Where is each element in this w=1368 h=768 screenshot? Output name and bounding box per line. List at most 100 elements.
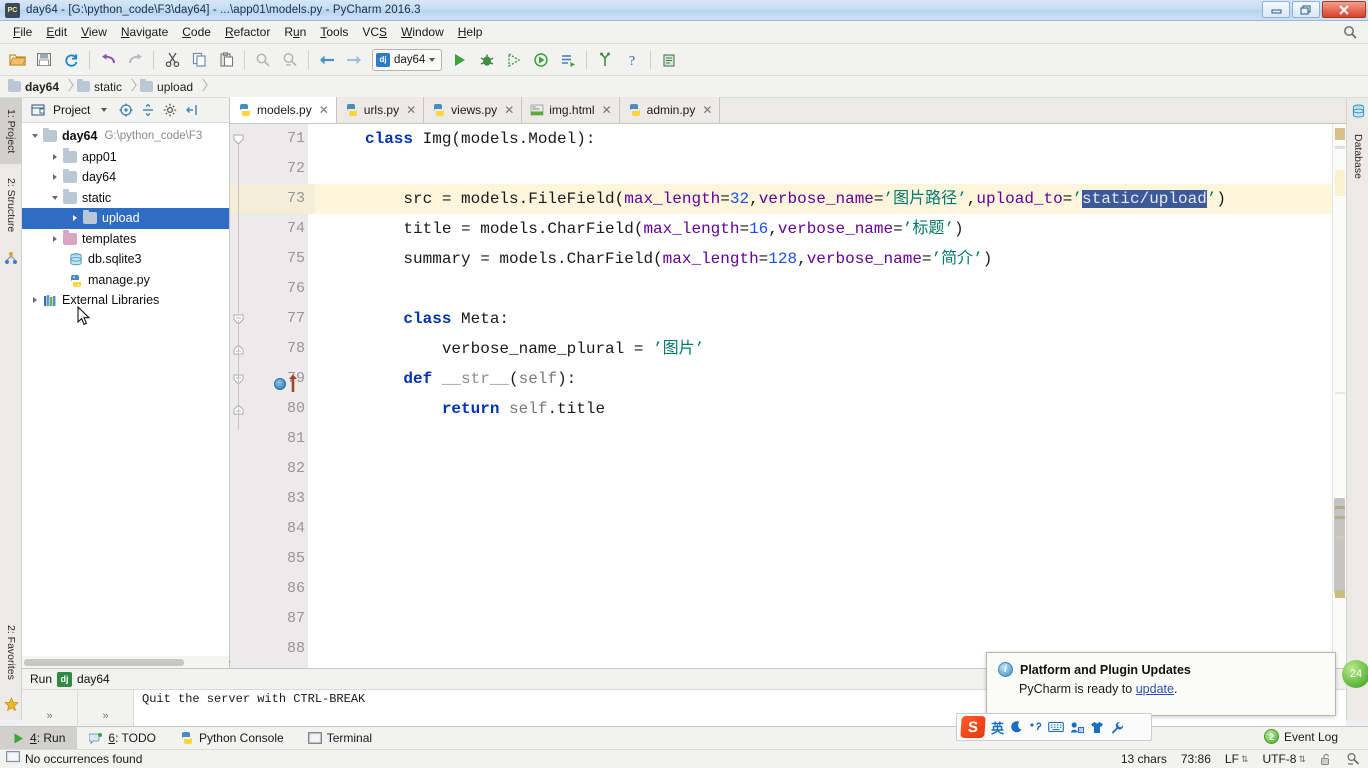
menu-file[interactable]: FFileile: [6, 23, 39, 41]
save-all-icon[interactable]: [31, 47, 57, 73]
sidebar-item-favorites[interactable]: 2: Favorites: [0, 612, 22, 692]
chevron-expand-icon[interactable]: »: [102, 710, 108, 722]
chevron-right-icon[interactable]: [28, 294, 41, 307]
sidebar-item-structure[interactable]: 2: Structure: [0, 164, 22, 246]
forward-icon[interactable]: [341, 47, 367, 73]
comma-icon[interactable]: [1029, 721, 1042, 734]
close-button[interactable]: [1322, 1, 1366, 18]
tab-admin-py[interactable]: admin.py ✕: [619, 97, 721, 123]
breadcrumb-item-static[interactable]: static: [77, 79, 124, 94]
tree-item-external-libraries[interactable]: External Libraries: [22, 290, 229, 311]
menu-refactor[interactable]: Refactor: [218, 23, 277, 41]
debug-icon[interactable]: [474, 47, 500, 73]
restore-button[interactable]: [1292, 1, 1320, 18]
update-link[interactable]: update: [1136, 682, 1174, 696]
search-icon[interactable]: [1342, 24, 1358, 40]
tab-python-console[interactable]: Python Console: [168, 727, 296, 750]
editor-vertical-scrollbar[interactable]: [1334, 498, 1345, 594]
editor-marker-rail[interactable]: [1332, 124, 1346, 668]
tree-item-day64-root[interactable]: day64 G:\python_code\F3: [22, 126, 229, 147]
breakpoint-icon[interactable]: [274, 378, 286, 390]
copy-icon[interactable]: [186, 47, 212, 73]
replace-icon[interactable]: [277, 47, 303, 73]
status-encoding[interactable]: UTF-8 ⇅: [1262, 752, 1306, 766]
tab-urls-py[interactable]: urls.py ✕: [336, 97, 425, 123]
status-line-separator[interactable]: LF ⇅: [1225, 752, 1249, 766]
code-editor[interactable]: 71 72 73 74 75 76 77 78 79 80 81 82 83 8…: [230, 124, 1346, 668]
run-to-cursor-arrow-icon[interactable]: [288, 374, 298, 392]
open-folder-icon[interactable]: [4, 47, 30, 73]
close-icon[interactable]: ✕: [319, 103, 329, 117]
chevron-right-icon[interactable]: [48, 232, 61, 245]
tree-item-app01[interactable]: app01: [22, 147, 229, 168]
close-icon[interactable]: ✕: [602, 103, 612, 117]
find-icon[interactable]: [250, 47, 276, 73]
tab-views-py[interactable]: views.py ✕: [424, 97, 523, 123]
close-icon[interactable]: ✕: [504, 103, 514, 117]
chevron-right-icon[interactable]: [48, 171, 61, 184]
keyboard-icon[interactable]: [1048, 721, 1064, 733]
coverage-icon[interactable]: [501, 47, 527, 73]
tab-terminal[interactable]: Terminal: [296, 727, 384, 750]
status-caret-position[interactable]: 73:86: [1181, 752, 1211, 766]
chevron-down-icon[interactable]: [94, 100, 114, 120]
gear-icon[interactable]: [160, 100, 230, 665]
tree-item-upload[interactable]: upload: [22, 208, 229, 229]
sidebar-item-project[interactable]: 1: Project: [0, 98, 22, 164]
breadcrumb-item-day64[interactable]: day64: [8, 79, 61, 94]
collapse-all-icon[interactable]: [138, 100, 158, 120]
hide-panel-icon[interactable]: [182, 100, 202, 120]
run-tests-icon[interactable]: [555, 47, 581, 73]
tree-item-manage-py[interactable]: manage.py: [22, 270, 229, 291]
ime-mode-label[interactable]: 英: [991, 718, 1004, 737]
marker-warning[interactable]: [1335, 590, 1345, 598]
skin-icon[interactable]: [1090, 721, 1104, 734]
chevron-right-icon[interactable]: [68, 212, 81, 225]
menu-tools[interactable]: Tools: [313, 23, 355, 41]
menu-window[interactable]: Window: [394, 23, 451, 41]
input-method-icon[interactable]: 中: [1070, 721, 1085, 734]
chevron-down-icon[interactable]: [28, 130, 41, 143]
moon-icon[interactable]: [1010, 720, 1023, 734]
menu-edit[interactable]: Edit: [39, 23, 74, 41]
wrench-icon[interactable]: [1110, 721, 1124, 734]
menu-view[interactable]: View: [74, 23, 114, 41]
attach-icon[interactable]: [592, 47, 618, 73]
menu-navigate[interactable]: Navigate: [114, 23, 175, 41]
menu-code[interactable]: Code: [175, 23, 218, 41]
target-icon[interactable]: [116, 100, 136, 120]
chevron-expand-icon[interactable]: »: [46, 710, 52, 722]
tab-img-html[interactable]: img.html ✕: [522, 97, 620, 123]
inspector-icon[interactable]: [1346, 752, 1360, 766]
tree-item-static[interactable]: static: [22, 188, 229, 209]
menu-run[interactable]: Run: [277, 23, 313, 41]
event-log-button[interactable]: 2 Event Log: [1263, 729, 1338, 744]
run-configuration-selector[interactable]: dj day64: [372, 48, 443, 71]
notification-balloon[interactable]: i Platform and Plugin Updates PyCharm is…: [986, 652, 1336, 716]
tree-item-templates[interactable]: templates: [22, 229, 229, 250]
marker-warning[interactable]: [1335, 128, 1345, 140]
tab-todo[interactable]: 6: TODO: [77, 727, 168, 750]
sogou-logo-icon[interactable]: S: [960, 716, 986, 738]
redo-icon[interactable]: [122, 47, 148, 73]
code-text[interactable]: class Img(models.Model): src = models.Fi…: [315, 124, 1346, 668]
tree-item-day64[interactable]: day64: [22, 167, 229, 188]
tab-run[interactable]: 4: Run: [0, 726, 78, 750]
undo-icon[interactable]: [95, 47, 121, 73]
tab-models-py[interactable]: models.py ✕: [230, 97, 337, 123]
help-icon[interactable]: ?: [619, 47, 645, 73]
profile-icon[interactable]: [528, 47, 554, 73]
run-icon[interactable]: [447, 47, 473, 73]
project-horizontal-scrollbar[interactable]: [22, 656, 229, 668]
menu-vcs[interactable]: VCS: [355, 23, 394, 41]
sidebar-item-database[interactable]: Database: [1347, 122, 1368, 190]
ime-toolbar[interactable]: S 英 中: [956, 713, 1152, 741]
breadcrumb-item-upload[interactable]: upload: [140, 79, 195, 94]
unlocked-icon[interactable]: [1320, 753, 1332, 766]
chevron-down-icon[interactable]: [48, 191, 61, 204]
paste-icon[interactable]: [213, 47, 239, 73]
sync-icon[interactable]: [58, 47, 84, 73]
settings-icon[interactable]: [656, 47, 682, 73]
tree-item-db-sqlite3[interactable]: db.sqlite3: [22, 249, 229, 270]
cut-icon[interactable]: [159, 47, 185, 73]
